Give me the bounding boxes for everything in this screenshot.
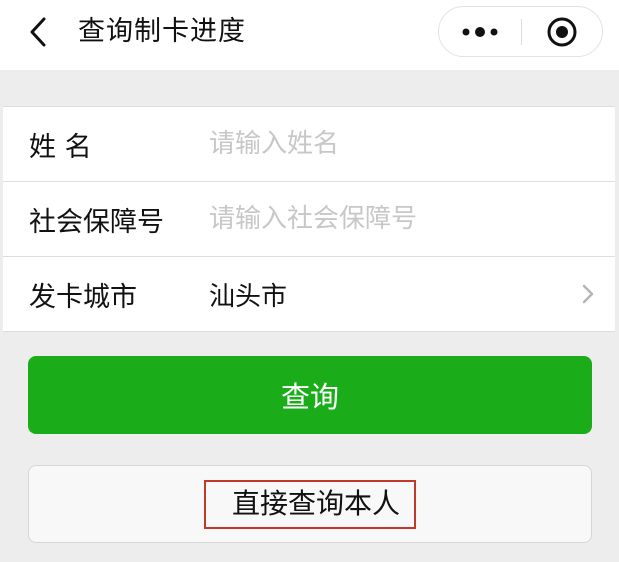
miniprogram-capsule bbox=[438, 6, 603, 57]
form-row-name: 姓 名 bbox=[3, 107, 615, 181]
social-security-input[interactable] bbox=[209, 182, 575, 256]
query-button[interactable]: 查询 bbox=[28, 356, 592, 434]
city-value[interactable]: 汕头市 bbox=[209, 276, 287, 313]
target-close-icon bbox=[547, 17, 577, 46]
form-row-ssn: 社会保障号 bbox=[3, 181, 615, 256]
direct-query-self-button[interactable]: 直接查询本人 bbox=[28, 465, 592, 543]
city-label: 发卡城市 bbox=[29, 281, 137, 313]
form-row-city[interactable]: 发卡城市 汕头市 bbox=[3, 256, 615, 331]
chevron-right-icon bbox=[582, 284, 594, 304]
more-button[interactable] bbox=[439, 7, 521, 56]
query-form: 姓 名 社会保障号 发卡城市 汕头市 bbox=[3, 106, 615, 332]
more-dots-icon bbox=[462, 26, 498, 37]
name-input[interactable] bbox=[209, 107, 575, 181]
chevron-left-icon bbox=[30, 17, 46, 47]
navigation-bar: 查询制卡进度 bbox=[0, 0, 619, 70]
close-miniprogram-button[interactable] bbox=[522, 7, 602, 56]
social-security-label: 社会保障号 bbox=[29, 206, 164, 238]
page-title: 查询制卡进度 bbox=[78, 16, 246, 47]
name-label: 姓 名 bbox=[29, 131, 92, 163]
back-button[interactable] bbox=[22, 14, 54, 50]
direct-query-self-label: 直接查询本人 bbox=[203, 479, 416, 529]
